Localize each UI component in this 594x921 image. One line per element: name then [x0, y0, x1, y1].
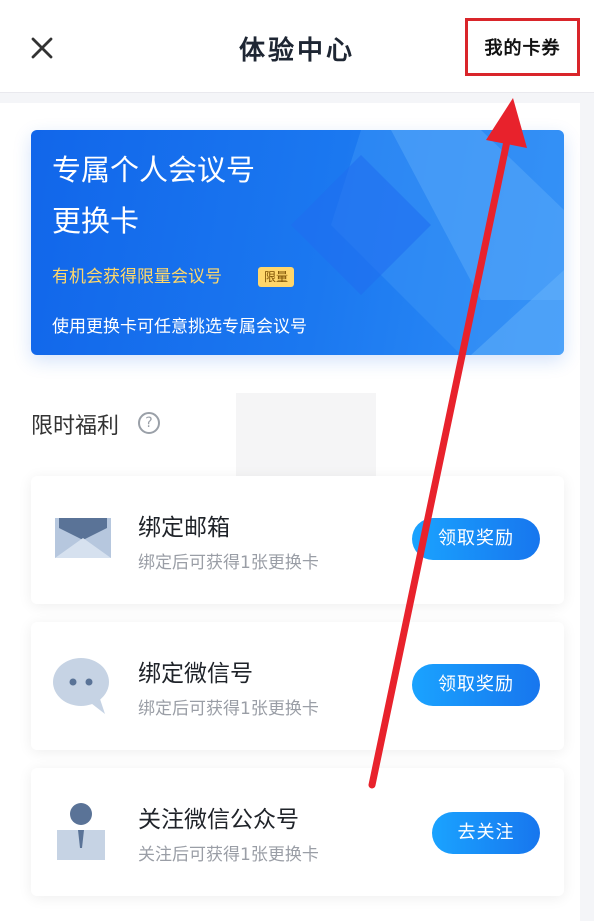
- follow-button[interactable]: 去关注: [432, 812, 540, 854]
- person-icon: [57, 803, 105, 860]
- header-bar: 体验中心 我的卡券: [0, 0, 594, 93]
- envelope-icon: [55, 518, 111, 558]
- claim-reward-button[interactable]: 领取奖励: [412, 518, 540, 560]
- limited-badge: 限量: [258, 267, 295, 287]
- task-card-official-account: 关注微信公众号 关注后可获得1张更换卡 去关注: [31, 768, 564, 896]
- task-description: 关注后可获得1张更换卡: [138, 845, 319, 865]
- claim-reward-button[interactable]: 领取奖励: [412, 664, 540, 706]
- banner-title-line1: 专属个人会议号: [52, 153, 256, 187]
- chat-bubble-icon: [53, 658, 109, 714]
- task-title: 关注微信公众号: [138, 807, 299, 833]
- promo-banner[interactable]: 专属个人会议号 更换卡 有机会获得限量会议号 限量 使用更换卡可任意挑选专属会议…: [31, 130, 564, 355]
- banner-description: 使用更换卡可任意挑选专属会议号: [52, 317, 307, 337]
- question-circle-icon[interactable]: ?: [138, 412, 160, 434]
- banner-highlight: 有机会获得限量会议号: [52, 267, 222, 287]
- task-card-wechat: 绑定微信号 绑定后可获得1张更换卡 领取奖励: [31, 622, 564, 750]
- task-description: 绑定后可获得1张更换卡: [138, 553, 319, 573]
- task-card-email: 绑定邮箱 绑定后可获得1张更换卡 领取奖励: [31, 476, 564, 604]
- task-title: 绑定微信号: [138, 661, 253, 687]
- section-title: 限时福利: [31, 414, 120, 439]
- my-cards-button[interactable]: 我的卡券: [465, 18, 580, 76]
- task-description: 绑定后可获得1张更换卡: [138, 699, 319, 719]
- task-title: 绑定邮箱: [138, 515, 230, 541]
- banner-title-line2: 更换卡: [52, 204, 140, 238]
